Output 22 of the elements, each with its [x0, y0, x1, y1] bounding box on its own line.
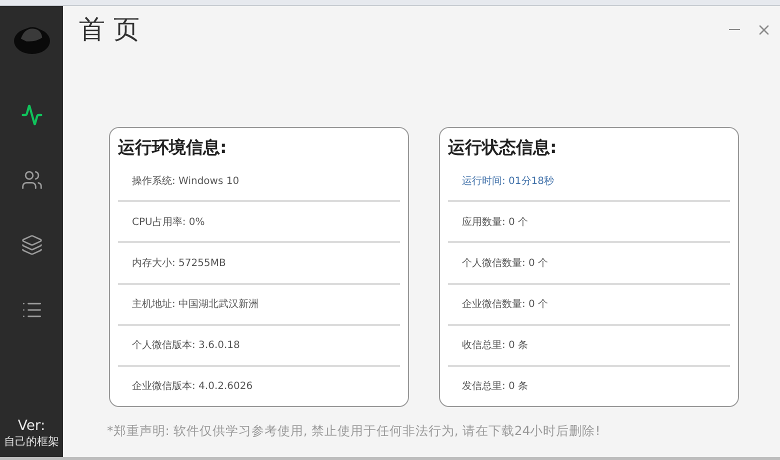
card-title: 运行环境信息:: [118, 137, 228, 159]
info-text: 个人微信数量: 0 个: [461, 256, 548, 270]
info-text: 收信总里: 0 条: [461, 338, 528, 352]
card-title: 运行状态信息:: [448, 137, 558, 159]
version-label: Ver:: [18, 418, 46, 434]
info-text: 应用数量: 0 个: [461, 216, 528, 229]
version-value: 自己的框架: [4, 434, 59, 449]
minimize-icon: [729, 28, 740, 30]
info-text: 操作系统: Windows 10: [131, 174, 240, 188]
info-text: CPU占用率: 0%: [131, 216, 205, 229]
users-icon: [20, 169, 42, 191]
pulse-icon: [20, 104, 42, 126]
info-text: 个人微信版本: 3.6.0.18: [131, 338, 240, 352]
info-text: 内存大小: 57255MB: [131, 256, 226, 270]
info-text: 企业微信数量: 0 个: [461, 298, 548, 312]
layers-icon: [20, 234, 42, 256]
page-title: 首 页: [79, 14, 140, 47]
disclaimer-text: *郑重声明: 软件仅供学习参考使用, 禁止使用于任何非法行为, 请在下载24小时后删除!: [107, 423, 602, 440]
info-text: 主机地址: 中国湖北武汉新洲: [131, 298, 259, 312]
info-text: 企业微信版本: 4.0.2.6026: [131, 380, 253, 394]
info-text: 发信总里: 0 条: [461, 380, 528, 394]
info-text: 运行时间: 01分18秒: [461, 174, 554, 188]
